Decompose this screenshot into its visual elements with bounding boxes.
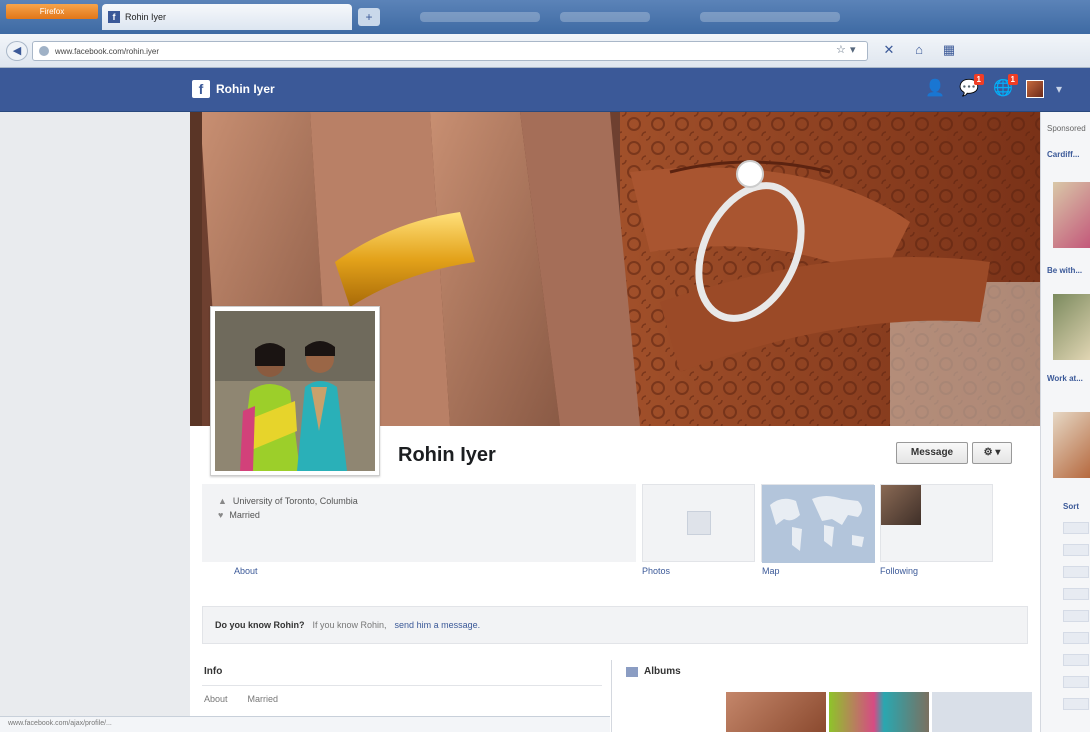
profile-info-strip: ▲ University of Toronto, Columbia ♥ Marr… (202, 484, 636, 562)
map-thumbnail[interactable] (761, 484, 875, 563)
site-identity-icon[interactable] (39, 46, 49, 56)
list-item[interactable] (1063, 566, 1089, 578)
albums-title: Albums (644, 666, 681, 677)
browser-tab-bar: Firefox f Rohin Iyer + (0, 0, 1090, 34)
profile-header: Rohin Iyer Message ⚙ ▾ (190, 426, 1040, 482)
messages-count-badge: 1 (973, 74, 984, 85)
about-link[interactable]: About (234, 566, 258, 576)
friend-requests-icon[interactable]: 👤 (924, 78, 946, 100)
ad-image[interactable] (1053, 294, 1090, 360)
school-icon: ▲ (218, 496, 227, 506)
photos-thumbnail[interactable] (642, 484, 755, 562)
user-avatar[interactable] (1026, 80, 1044, 98)
info-line-text[interactable]: University of Toronto, Columbia (233, 496, 358, 506)
header-username-link[interactable]: Rohin Iyer (216, 82, 275, 96)
list-item[interactable] (1063, 610, 1089, 622)
photos-placeholder-icon (687, 511, 711, 535)
message-button[interactable]: Message (896, 442, 968, 464)
url-bar[interactable]: www.facebook.com/rohin.iyer (32, 41, 868, 61)
list-item[interactable] (1063, 544, 1089, 556)
profile-name: Rohin Iyer (398, 444, 496, 466)
list-item[interactable] (1063, 522, 1089, 534)
info-line-relationship: ♥ Married (202, 506, 636, 520)
ad-title-link[interactable]: Be with... (1047, 266, 1082, 275)
facebook-logo-icon[interactable]: f (192, 80, 210, 98)
sort-header[interactable]: Sort (1063, 502, 1079, 511)
tab-title: Rohin Iyer (125, 12, 167, 22)
bookmarks-icon[interactable]: ▦ (940, 41, 958, 59)
albums-grid (726, 692, 1032, 732)
info-row-value: Married (247, 694, 279, 704)
profile-thumbnails (642, 484, 993, 563)
url-text: www.facebook.com/rohin.iyer (55, 46, 160, 56)
heart-icon: ♥ (218, 510, 224, 520)
info-row-label: About (204, 694, 228, 704)
tab-bar-decoration (700, 12, 840, 22)
left-gutter (0, 112, 190, 732)
new-tab-button[interactable]: + (358, 8, 380, 26)
messages-icon[interactable]: 💬 1 (958, 74, 984, 100)
home-icon[interactable]: ⌂ (910, 41, 928, 59)
firefox-menu-button[interactable]: Firefox (6, 4, 98, 19)
ad-image[interactable] (1053, 412, 1090, 478)
album-thumbnail[interactable] (726, 692, 826, 732)
photos-label[interactable]: Photos (642, 566, 670, 576)
browser-nav-bar: ◀ www.facebook.com/rohin.iyer ☆ ▾ ✕ ⌂ ▦ (0, 34, 1090, 68)
browser-tab[interactable]: f Rohin Iyer (102, 4, 352, 30)
facebook-header: f Rohin Iyer 👤 💬 1 🌐 1 ▾ (0, 68, 1090, 112)
tab-bar-decoration (420, 12, 540, 22)
albums-header[interactable]: Albums (626, 666, 681, 677)
right-sidebar: Sponsored Cardiff... Be with... Work at.… (1040, 112, 1090, 732)
column-divider (611, 660, 612, 732)
send-message-link[interactable]: send him a message. (395, 620, 481, 630)
album-thumbnail[interactable] (829, 692, 929, 732)
thumbnail-labels: Photos Map Following (642, 566, 1042, 580)
back-arrow-icon[interactable]: ◀ (6, 41, 28, 61)
info-line-text: Married (229, 510, 260, 520)
know-hint: If you know Rohin, (312, 620, 387, 630)
notifications-icon[interactable]: 🌐 1 (992, 74, 1018, 100)
browser-status-bar: www.facebook.com/ajax/profile/... (0, 716, 610, 732)
list-item[interactable] (1063, 676, 1089, 688)
more-options-button[interactable]: ⚙ ▾ (972, 442, 1012, 464)
account-menu-chevron-icon[interactable]: ▾ (1056, 82, 1062, 96)
list-item[interactable] (1063, 654, 1089, 666)
list-item[interactable] (1063, 588, 1089, 600)
album-icon (626, 666, 638, 677)
timeline: Rohin Iyer Message ⚙ ▾ ▲ University of T… (190, 112, 1040, 732)
list-item[interactable] (1063, 698, 1089, 710)
following-label[interactable]: Following (880, 566, 918, 576)
info-section-title[interactable]: Info (202, 666, 602, 686)
following-avatar[interactable] (881, 485, 921, 525)
sponsored-title: Sponsored (1047, 124, 1086, 133)
dropdown-arrow-icon[interactable]: ▾ (850, 43, 856, 56)
info-line-education: ▲ University of Toronto, Columbia (202, 484, 636, 506)
info-row: About Married (204, 694, 278, 704)
tab-bar-decoration (560, 12, 650, 22)
ad-image[interactable] (1053, 182, 1090, 248)
ad-title-link[interactable]: Cardiff... (1047, 150, 1079, 159)
facebook-favicon-icon: f (108, 11, 120, 23)
album-thumbnail[interactable] (932, 692, 1032, 732)
following-thumbnail[interactable] (880, 484, 993, 562)
world-map-icon (762, 485, 875, 563)
notifications-count-badge: 1 (1007, 74, 1018, 85)
know-question: Do you know Rohin? (215, 620, 305, 630)
addon-icon[interactable]: ✕ (880, 41, 898, 59)
map-label[interactable]: Map (762, 566, 780, 576)
do-you-know-box: Do you know Rohin? If you know Rohin, se… (202, 606, 1028, 644)
list-item[interactable] (1063, 632, 1089, 644)
ad-title-link[interactable]: Work at... (1047, 374, 1083, 383)
bookmark-star-icon[interactable]: ☆ (836, 43, 846, 56)
